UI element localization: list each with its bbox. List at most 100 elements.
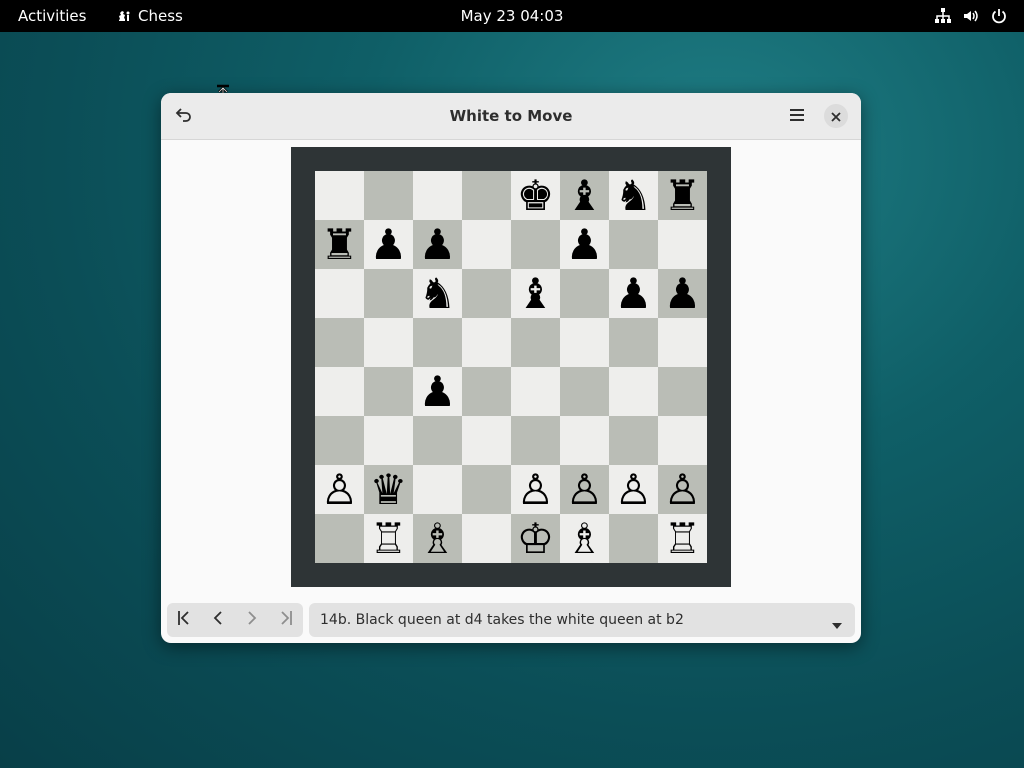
move-history-dropdown[interactable]: 14b. Black queen at d4 takes the white q… (309, 603, 855, 637)
square-b3[interactable] (364, 416, 413, 465)
volume-icon[interactable] (962, 7, 980, 25)
square-a8[interactable] (315, 171, 364, 220)
square-f4[interactable] (560, 367, 609, 416)
first-move-button[interactable] (167, 603, 201, 637)
square-h5[interactable] (658, 318, 707, 367)
chess-piece[interactable]: ♚ (517, 171, 555, 220)
chess-piece[interactable]: ♙ (321, 465, 359, 514)
square-b5[interactable] (364, 318, 413, 367)
square-c1[interactable]: ♗ (413, 514, 462, 563)
square-c8[interactable] (413, 171, 462, 220)
square-h6[interactable]: ♟ (658, 269, 707, 318)
close-button[interactable] (824, 104, 848, 128)
chess-piece[interactable]: ♟ (615, 269, 653, 318)
square-b4[interactable] (364, 367, 413, 416)
chess-piece[interactable]: ♝ (517, 269, 555, 318)
square-c2[interactable] (413, 465, 462, 514)
square-h8[interactable]: ♜ (658, 171, 707, 220)
square-e5[interactable] (511, 318, 560, 367)
square-f1[interactable]: ♗ (560, 514, 609, 563)
square-d8[interactable] (462, 171, 511, 220)
square-e3[interactable] (511, 416, 560, 465)
square-e8[interactable]: ♚ (511, 171, 560, 220)
square-f8[interactable]: ♝ (560, 171, 609, 220)
square-f3[interactable] (560, 416, 609, 465)
chess-piece[interactable]: ♟ (419, 220, 457, 269)
square-d5[interactable] (462, 318, 511, 367)
square-f7[interactable]: ♟ (560, 220, 609, 269)
square-e7[interactable] (511, 220, 560, 269)
square-b6[interactable] (364, 269, 413, 318)
chess-piece[interactable]: ♞ (615, 171, 653, 220)
system-tray[interactable] (934, 7, 1008, 25)
square-h2[interactable]: ♙ (658, 465, 707, 514)
square-g3[interactable] (609, 416, 658, 465)
chess-piece[interactable]: ♙ (517, 465, 555, 514)
square-b1[interactable]: ♖ (364, 514, 413, 563)
next-move-button[interactable] (235, 603, 269, 637)
chess-piece[interactable]: ♟ (370, 220, 408, 269)
square-h3[interactable] (658, 416, 707, 465)
chess-piece[interactable]: ♗ (566, 514, 604, 563)
square-g4[interactable] (609, 367, 658, 416)
last-move-button[interactable] (269, 603, 303, 637)
chess-piece[interactable]: ♙ (664, 465, 702, 514)
chess-piece[interactable]: ♛ (370, 465, 408, 514)
square-g1[interactable] (609, 514, 658, 563)
square-g5[interactable] (609, 318, 658, 367)
square-d3[interactable] (462, 416, 511, 465)
clock[interactable]: May 23 04:03 (461, 7, 564, 25)
activities-button[interactable]: Activities (18, 7, 86, 25)
app-menu[interactable]: Chess (117, 7, 183, 25)
chess-piece[interactable]: ♜ (664, 171, 702, 220)
chess-piece[interactable]: ♖ (664, 514, 702, 563)
square-e2[interactable]: ♙ (511, 465, 560, 514)
square-c5[interactable] (413, 318, 462, 367)
square-d2[interactable] (462, 465, 511, 514)
chess-piece[interactable]: ♔ (517, 514, 555, 563)
square-c7[interactable]: ♟ (413, 220, 462, 269)
chess-piece[interactable]: ♗ (419, 514, 457, 563)
square-a6[interactable] (315, 269, 364, 318)
square-b8[interactable] (364, 171, 413, 220)
square-h7[interactable] (658, 220, 707, 269)
chess-piece[interactable]: ♟ (664, 269, 702, 318)
square-e6[interactable]: ♝ (511, 269, 560, 318)
square-c4[interactable]: ♟ (413, 367, 462, 416)
square-b7[interactable]: ♟ (364, 220, 413, 269)
square-a3[interactable] (315, 416, 364, 465)
chess-piece[interactable]: ♜ (321, 220, 359, 269)
square-g6[interactable]: ♟ (609, 269, 658, 318)
main-menu-button[interactable] (783, 102, 811, 130)
square-c3[interactable] (413, 416, 462, 465)
square-f6[interactable] (560, 269, 609, 318)
square-c6[interactable]: ♞ (413, 269, 462, 318)
previous-move-button[interactable] (201, 603, 235, 637)
chess-piece[interactable]: ♙ (615, 465, 653, 514)
chess-piece[interactable]: ♖ (370, 514, 408, 563)
square-d1[interactable] (462, 514, 511, 563)
square-g8[interactable]: ♞ (609, 171, 658, 220)
square-a5[interactable] (315, 318, 364, 367)
square-d4[interactable] (462, 367, 511, 416)
square-h4[interactable] (658, 367, 707, 416)
network-icon[interactable] (934, 7, 952, 25)
square-a7[interactable]: ♜ (315, 220, 364, 269)
square-e1[interactable]: ♔ (511, 514, 560, 563)
square-d6[interactable] (462, 269, 511, 318)
square-f5[interactable] (560, 318, 609, 367)
square-h1[interactable]: ♖ (658, 514, 707, 563)
chess-piece[interactable]: ♟ (419, 367, 457, 416)
square-e4[interactable] (511, 367, 560, 416)
square-g7[interactable] (609, 220, 658, 269)
square-g2[interactable]: ♙ (609, 465, 658, 514)
square-a4[interactable] (315, 367, 364, 416)
chess-piece[interactable]: ♝ (566, 171, 604, 220)
chess-piece[interactable]: ♟ (566, 220, 604, 269)
power-icon[interactable] (990, 7, 1008, 25)
square-b2[interactable]: ♛ (364, 465, 413, 514)
square-a1[interactable] (315, 514, 364, 563)
square-d7[interactable] (462, 220, 511, 269)
square-a2[interactable]: ♙ (315, 465, 364, 514)
chess-piece[interactable]: ♞ (419, 269, 457, 318)
